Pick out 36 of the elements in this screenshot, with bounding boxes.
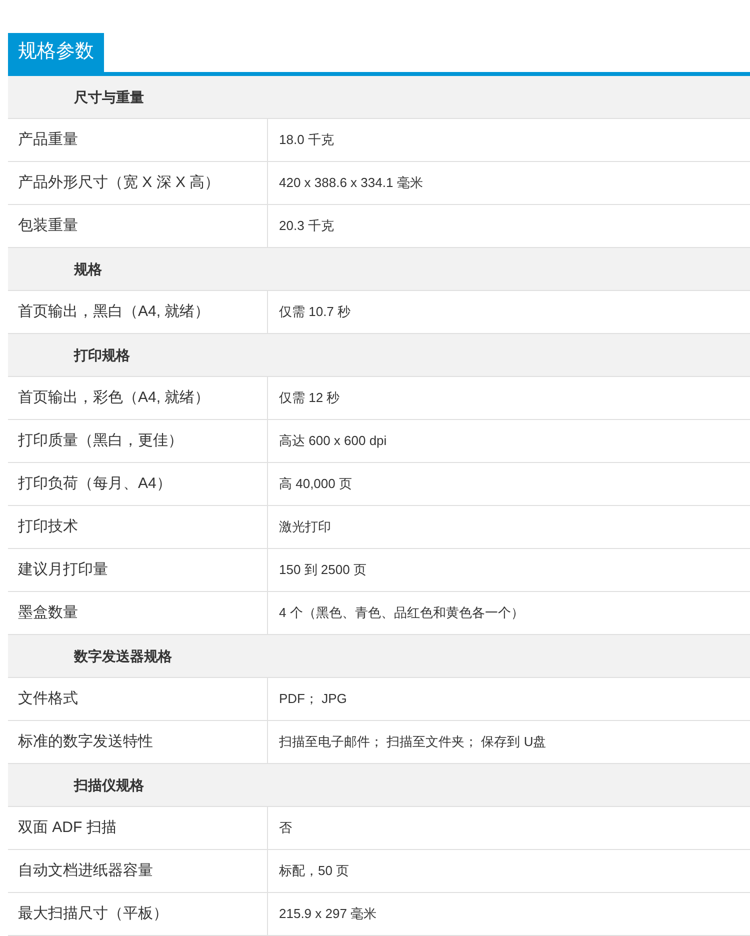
spec-label: 双面 ADF 扫描 (18, 818, 116, 838)
spec-label: 标准的数字发送特性 (18, 732, 153, 752)
spec-label: 打印质量（黑白，更佳） (18, 430, 183, 451)
spec-value: 标配，50 页 (279, 862, 350, 880)
spec-value: 仅需 10.7 秒 (279, 303, 351, 322)
spec-value: 150 到 2500 页 (279, 561, 366, 580)
spec-label: 产品外形尺寸（宽 X 深 X 高） (18, 172, 220, 193)
spec-label: 产品重量 (18, 130, 78, 150)
spec-value: 否 (279, 819, 292, 838)
spec-label: 文件格式 (18, 688, 78, 709)
spec-value: 4 个（黑色、青色、品红色和黄色各一个） (279, 604, 524, 622)
spec-value: 20.3 千克 (279, 217, 334, 236)
spec-value: 激光打印 (279, 518, 331, 536)
spec-label: 打印负荷（每月、A4） (18, 474, 172, 494)
spec-label: 墨盒数量 (18, 602, 78, 623)
spec-label: 最大扫描尺寸（平板） (18, 904, 168, 924)
section-heading: 打印规格 (74, 346, 130, 364)
spec-value: 18.0 千克 (279, 131, 334, 150)
spec-value: PDF； JPG (279, 690, 347, 708)
spec-label: 自动文档进纸器容量 (18, 860, 153, 881)
spec-label: 包装重量 (18, 216, 78, 236)
section-heading: 规格 (74, 260, 102, 278)
section-heading: 尺寸与重量 (74, 88, 144, 106)
spec-label: 打印技术 (18, 516, 78, 537)
spec-value: 高 40,000 页 (279, 475, 352, 494)
spec-label: 首页输出，彩色（A4, 就绪） (18, 388, 210, 408)
spec-value: 仅需 12 秒 (279, 389, 340, 408)
section-tab[interactable]: 规格参数 (8, 33, 104, 72)
spec-value: 420 x 388.6 x 334.1 毫米 (279, 174, 423, 192)
spec-value: 215.9 x 297 毫米 (279, 905, 377, 924)
spec-label: 首页输出，黑白（A4, 就绪） (18, 302, 210, 322)
section-heading: 扫描仪规格 (74, 776, 144, 794)
spec-value: 扫描至电子邮件； 扫描至文件夹； 保存到 U盘 (279, 733, 546, 752)
spec-label: 建议月打印量 (18, 560, 108, 580)
spec-value: 高达 600 x 600 dpi (279, 432, 387, 450)
section-heading: 数字发送器规格 (74, 646, 172, 666)
